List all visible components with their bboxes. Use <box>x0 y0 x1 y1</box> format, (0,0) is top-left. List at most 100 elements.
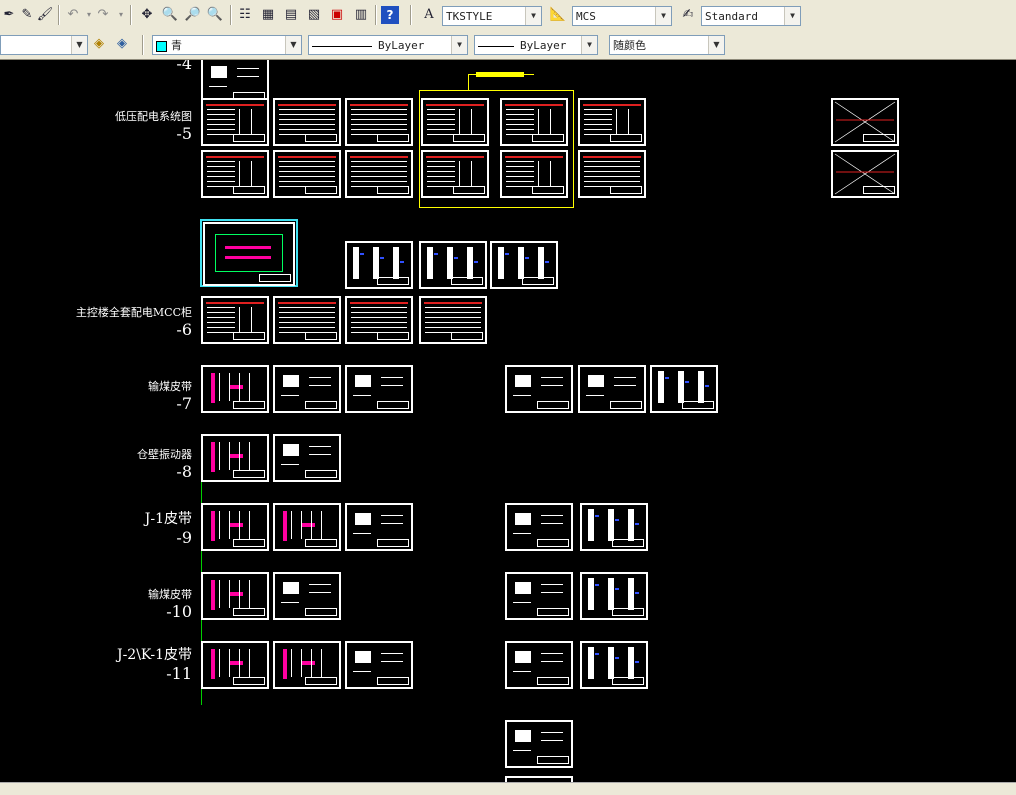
plotstyle-select[interactable]: 随颜色 ▼ <box>609 35 725 55</box>
properties-icon[interactable]: ☷ <box>236 6 254 24</box>
drawing-sheet-thumbnail[interactable] <box>201 150 269 198</box>
drawing-sheet-thumbnail[interactable] <box>273 434 341 482</box>
drawing-sheet-thumbnail[interactable] <box>578 150 646 198</box>
sheet-set-icon[interactable]: ▧ <box>305 6 323 24</box>
design-center-icon[interactable]: ▦ <box>259 6 277 24</box>
linetype-select[interactable]: ByLayer ▼ <box>308 35 468 55</box>
drawing-sheet-thumbnail[interactable] <box>201 572 269 620</box>
drawing-sheet-thumbnail[interactable] <box>201 503 269 551</box>
table-style-select[interactable]: Standard ▼ <box>701 6 801 26</box>
zoom-window-icon[interactable]: 🔎 <box>184 6 202 24</box>
redo-dropdown-icon[interactable]: ▾ <box>112 6 130 24</box>
color-select[interactable]: 青 ▼ <box>152 35 302 55</box>
toolbar-separator <box>142 35 144 55</box>
toolbar-separator <box>58 5 60 25</box>
group-label: 输煤皮带 -7 <box>148 380 192 413</box>
group-label: J-1皮带 -9 <box>144 511 192 547</box>
drawing-sheet-thumbnail[interactable] <box>831 98 899 146</box>
drawing-sheet-thumbnail[interactable] <box>505 720 573 768</box>
drawing-sheet-thumbnail[interactable] <box>580 572 648 620</box>
drawing-sheet-thumbnail[interactable] <box>203 222 295 286</box>
zoom-realtime-icon[interactable]: 🔍 <box>161 6 179 24</box>
layer-previous-icon[interactable]: ◈ <box>90 35 108 53</box>
group-label: 仓壁振动器 -8 <box>137 448 192 481</box>
group-label: -4 <box>176 60 192 73</box>
drawing-sheet-thumbnail[interactable] <box>273 296 341 344</box>
match-properties-icon[interactable]: ✒ <box>0 6 18 24</box>
drawing-sheet-thumbnail[interactable] <box>831 150 899 198</box>
drawing-sheet-thumbnail[interactable] <box>201 434 269 482</box>
drawing-sheet-thumbnail[interactable] <box>578 98 646 146</box>
drawing-sheet-thumbnail[interactable] <box>273 572 341 620</box>
layer-select[interactable]: ▼ <box>0 35 88 55</box>
pan-icon[interactable]: ✥ <box>138 6 156 24</box>
drawing-sheet-thumbnail[interactable] <box>419 241 487 289</box>
drawing-sheet-thumbnail[interactable] <box>201 296 269 344</box>
drawing-sheet-thumbnail[interactable] <box>201 641 269 689</box>
drawing-sheet-thumbnail[interactable] <box>505 503 573 551</box>
drawing-sheet-thumbnail[interactable] <box>345 98 413 146</box>
drawing-sheet-thumbnail[interactable] <box>578 365 646 413</box>
layer-properties-icon[interactable]: ◈ <box>113 35 131 53</box>
drawing-sheet-thumbnail[interactable] <box>345 241 413 289</box>
text-style-icon[interactable]: A <box>420 6 438 24</box>
toolbar-separator <box>130 5 132 25</box>
chevron-down-icon[interactable]: ▼ <box>525 7 541 25</box>
zoom-previous-icon[interactable]: 🔍 <box>206 6 224 24</box>
drawing-sheet-thumbnail[interactable] <box>345 296 413 344</box>
drawing-sheet-thumbnail[interactable] <box>345 365 413 413</box>
redo-icon[interactable]: ↷ <box>94 6 112 24</box>
drawing-sheet-thumbnail[interactable] <box>345 641 413 689</box>
chevron-down-icon[interactable]: ▼ <box>784 7 800 25</box>
group-label: 输煤皮带 -10 <box>148 588 192 621</box>
drawing-sheet-thumbnail[interactable] <box>345 150 413 198</box>
drawing-sheet-thumbnail[interactable] <box>201 98 269 146</box>
chevron-down-icon[interactable]: ▼ <box>71 36 87 54</box>
drawing-sheet-thumbnail[interactable] <box>273 641 341 689</box>
toolbar-separator <box>410 5 412 25</box>
drawing-sheet-thumbnail[interactable] <box>505 641 573 689</box>
drawing-sheet-thumbnail[interactable] <box>419 296 487 344</box>
drawing-sheet-thumbnail[interactable] <box>421 150 489 198</box>
drawing-sheet-thumbnail[interactable] <box>201 365 269 413</box>
horizontal-scrollbar[interactable] <box>0 782 1016 795</box>
drawing-sheet-thumbnail[interactable] <box>650 365 718 413</box>
lineweight-select[interactable]: ByLayer ▼ <box>474 35 598 55</box>
line-preview <box>312 45 372 47</box>
chevron-down-icon[interactable]: ▼ <box>451 36 467 54</box>
selection-leader <box>468 74 469 90</box>
drawing-canvas[interactable]: -4 低压配电系统图 -5 主控楼全套配电MCC柜 -6 输煤皮带 -7 仓壁振… <box>0 60 1016 782</box>
drawing-sheet-thumbnail[interactable] <box>505 572 573 620</box>
drawing-sheet-thumbnail[interactable] <box>490 241 558 289</box>
drawing-sheet-thumbnail[interactable] <box>421 98 489 146</box>
group-label: 低压配电系统图 -5 <box>115 110 192 143</box>
markup-icon[interactable]: ▣ <box>328 6 346 24</box>
drawing-sheet-thumbnail[interactable] <box>580 641 648 689</box>
drawing-sheet-thumbnail[interactable] <box>505 365 573 413</box>
drawing-sheet-thumbnail[interactable] <box>500 98 568 146</box>
properties-toolbar: ▼ ◈ ◈ 青 ▼ ByLayer ▼ ByLayer ▼ 随颜色 ▼ <box>0 31 1016 60</box>
drawing-sheet-thumbnail[interactable] <box>500 150 568 198</box>
text-style-select[interactable]: TKSTYLE ▼ <box>442 6 542 26</box>
calculator-icon[interactable]: ▥ <box>352 6 370 24</box>
selection-grip[interactable] <box>476 72 524 77</box>
chevron-down-icon[interactable]: ▼ <box>708 36 724 54</box>
toolbar-separator <box>230 5 232 25</box>
chevron-down-icon[interactable]: ▼ <box>655 7 671 25</box>
help-icon[interactable]: ? <box>381 6 399 24</box>
chevron-down-icon[interactable]: ▼ <box>285 36 301 54</box>
drawing-sheet-thumbnail[interactable] <box>345 503 413 551</box>
table-style-icon[interactable]: ✍ <box>679 6 697 24</box>
dimension-style-icon[interactable]: 📐 <box>549 6 567 24</box>
paintbrush-icon[interactable]: 🖌 <box>36 6 54 24</box>
toolbar-separator <box>375 5 377 25</box>
drawing-sheet-thumbnail[interactable] <box>580 503 648 551</box>
pencil-icon[interactable]: ✎ <box>18 6 36 24</box>
drawing-sheet-thumbnail[interactable] <box>273 98 341 146</box>
drawing-sheet-thumbnail[interactable] <box>273 150 341 198</box>
dimension-style-select[interactable]: MCS ▼ <box>572 6 672 26</box>
drawing-sheet-thumbnail[interactable] <box>273 503 341 551</box>
drawing-sheet-thumbnail[interactable] <box>273 365 341 413</box>
tool-palettes-icon[interactable]: ▤ <box>282 6 300 24</box>
chevron-down-icon[interactable]: ▼ <box>581 36 597 54</box>
